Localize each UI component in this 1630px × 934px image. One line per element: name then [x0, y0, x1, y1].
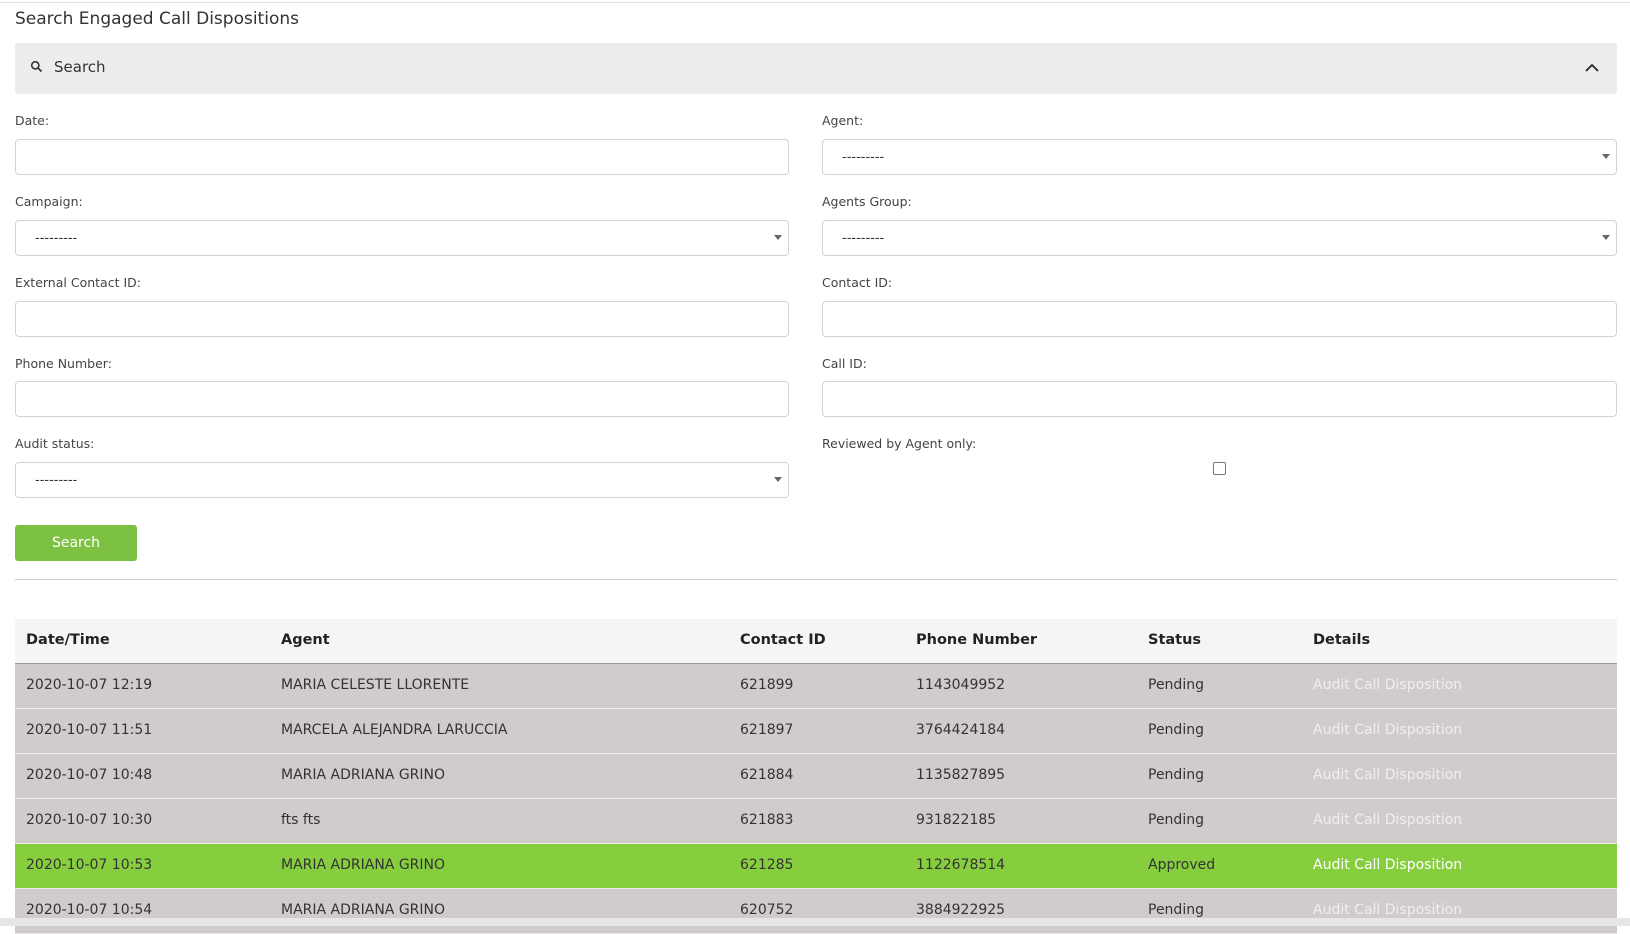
cell-phone-number: 1122678514 — [916, 857, 1006, 873]
column-header-contact-id[interactable]: Contact ID — [740, 632, 826, 648]
column-header-agent[interactable]: Agent — [281, 632, 330, 648]
cell-status: Approved — [1148, 857, 1216, 873]
call-id-input[interactable] — [822, 381, 1617, 417]
caret-down-icon — [774, 477, 782, 482]
audit-call-disposition-link[interactable]: Audit Call Disposition — [1313, 812, 1462, 828]
chevron-up-icon[interactable] — [1583, 59, 1601, 77]
cell-agent: MARIA ADRIANA GRINO — [281, 857, 446, 873]
audit-call-disposition-link[interactable]: Audit Call Disposition — [1313, 677, 1462, 693]
cell-contact-id: 620752 — [740, 902, 794, 918]
audit-call-disposition-link[interactable]: Audit Call Disposition — [1313, 722, 1462, 738]
phone-number-input[interactable] — [15, 381, 789, 417]
table-row: 2020-10-07 10:30 fts fts 621883 93182218… — [15, 799, 1617, 844]
external-contact-id-input[interactable] — [15, 301, 789, 337]
cell-contact-id: 621899 — [740, 677, 794, 693]
cell-agent: MARIA ADRIANA GRINO — [281, 902, 446, 918]
agents-group-select[interactable]: --------- — [822, 220, 1617, 256]
bottom-edge — [0, 918, 1630, 926]
table-row: 2020-10-07 11:51 MARCELA ALEJANDRA LARUC… — [15, 709, 1617, 754]
caret-down-icon — [1602, 154, 1610, 159]
table-header: Date/Time Agent Contact ID Phone Number … — [15, 619, 1617, 664]
cell-status: Pending — [1148, 722, 1204, 738]
cell-contact-id: 621897 — [740, 722, 794, 738]
search-panel-label: Search — [54, 58, 106, 76]
audit-call-disposition-link[interactable]: Audit Call Disposition — [1313, 767, 1462, 783]
agent-select[interactable]: --------- — [822, 139, 1617, 175]
caret-down-icon — [1602, 235, 1610, 240]
external-contact-id-label: External Contact ID: — [15, 275, 141, 290]
table-row: 2020-10-07 12:19 MARIA CELESTE LLORENTE … — [15, 664, 1617, 709]
agent-label: Agent: — [822, 113, 864, 128]
cell-agent: MARIA CELESTE LLORENTE — [281, 677, 470, 693]
column-header-details: Details — [1313, 632, 1371, 648]
section-divider — [15, 579, 1617, 580]
cell-phone-number: 931822185 — [916, 812, 997, 828]
cell-datetime: 2020-10-07 10:54 — [26, 902, 153, 918]
cell-agent: MARIA ADRIANA GRINO — [281, 767, 446, 783]
cell-datetime: 2020-10-07 12:19 — [26, 677, 153, 693]
cell-datetime: 2020-10-07 10:30 — [26, 812, 153, 828]
caret-down-icon — [774, 235, 782, 240]
cell-datetime: 2020-10-07 10:48 — [26, 767, 153, 783]
cell-datetime: 2020-10-07 11:51 — [26, 722, 153, 738]
phone-number-label: Phone Number: — [15, 356, 112, 371]
cell-contact-id: 621884 — [740, 767, 794, 783]
cell-phone-number: 3884922925 — [916, 902, 1006, 918]
cell-contact-id: 621285 — [740, 857, 794, 873]
search-icon — [29, 59, 45, 75]
agents-group-select-value: --------- — [842, 231, 885, 246]
agents-group-label: Agents Group: — [822, 194, 912, 209]
reviewed-by-agent-checkbox[interactable] — [1213, 462, 1226, 475]
reviewed-by-agent-label: Reviewed by Agent only: — [822, 436, 977, 451]
contact-id-label: Contact ID: — [822, 275, 893, 290]
cell-phone-number: 1135827895 — [916, 767, 1006, 783]
cell-status: Pending — [1148, 902, 1204, 918]
date-label: Date: — [15, 113, 50, 128]
cell-phone-number: 1143049952 — [916, 677, 1006, 693]
cell-status: Pending — [1148, 812, 1204, 828]
table-row-approved: 2020-10-07 10:53 MARIA ADRIANA GRINO 621… — [15, 844, 1617, 889]
column-header-phone-number[interactable]: Phone Number — [916, 632, 1037, 648]
campaign-select[interactable]: --------- — [15, 220, 789, 256]
date-input[interactable] — [15, 139, 789, 175]
page-title: Search Engaged Call Dispositions — [15, 9, 299, 29]
results-table: Date/Time Agent Contact ID Phone Number … — [15, 619, 1617, 934]
cell-agent: MARCELA ALEJANDRA LARUCCIA — [281, 722, 508, 738]
top-divider — [0, 2, 1630, 3]
table-row: 2020-10-07 10:54 MARIA ADRIANA GRINO 620… — [15, 889, 1617, 934]
audit-status-select-value: --------- — [35, 473, 78, 488]
cell-datetime: 2020-10-07 10:53 — [26, 857, 153, 873]
cell-agent: fts fts — [281, 812, 321, 828]
cell-status: Pending — [1148, 767, 1204, 783]
contact-id-input[interactable] — [822, 301, 1617, 337]
campaign-select-value: --------- — [35, 231, 78, 246]
agent-select-value: --------- — [842, 150, 885, 165]
cell-phone-number: 3764424184 — [916, 722, 1006, 738]
cell-status: Pending — [1148, 677, 1204, 693]
audit-status-label: Audit status: — [15, 436, 95, 451]
cell-contact-id: 621883 — [740, 812, 794, 828]
audit-call-disposition-link[interactable]: Audit Call Disposition — [1313, 902, 1462, 918]
campaign-label: Campaign: — [15, 194, 83, 209]
column-header-datetime[interactable]: Date/Time — [26, 632, 110, 648]
call-id-label: Call ID: — [822, 356, 867, 371]
search-panel-header[interactable]: Search — [15, 43, 1617, 94]
search-button[interactable]: Search — [15, 525, 137, 561]
column-header-status[interactable]: Status — [1148, 632, 1201, 648]
audit-status-select[interactable]: --------- — [15, 462, 789, 498]
audit-call-disposition-link[interactable]: Audit Call Disposition — [1313, 857, 1462, 873]
table-row: 2020-10-07 10:48 MARIA ADRIANA GRINO 621… — [15, 754, 1617, 799]
